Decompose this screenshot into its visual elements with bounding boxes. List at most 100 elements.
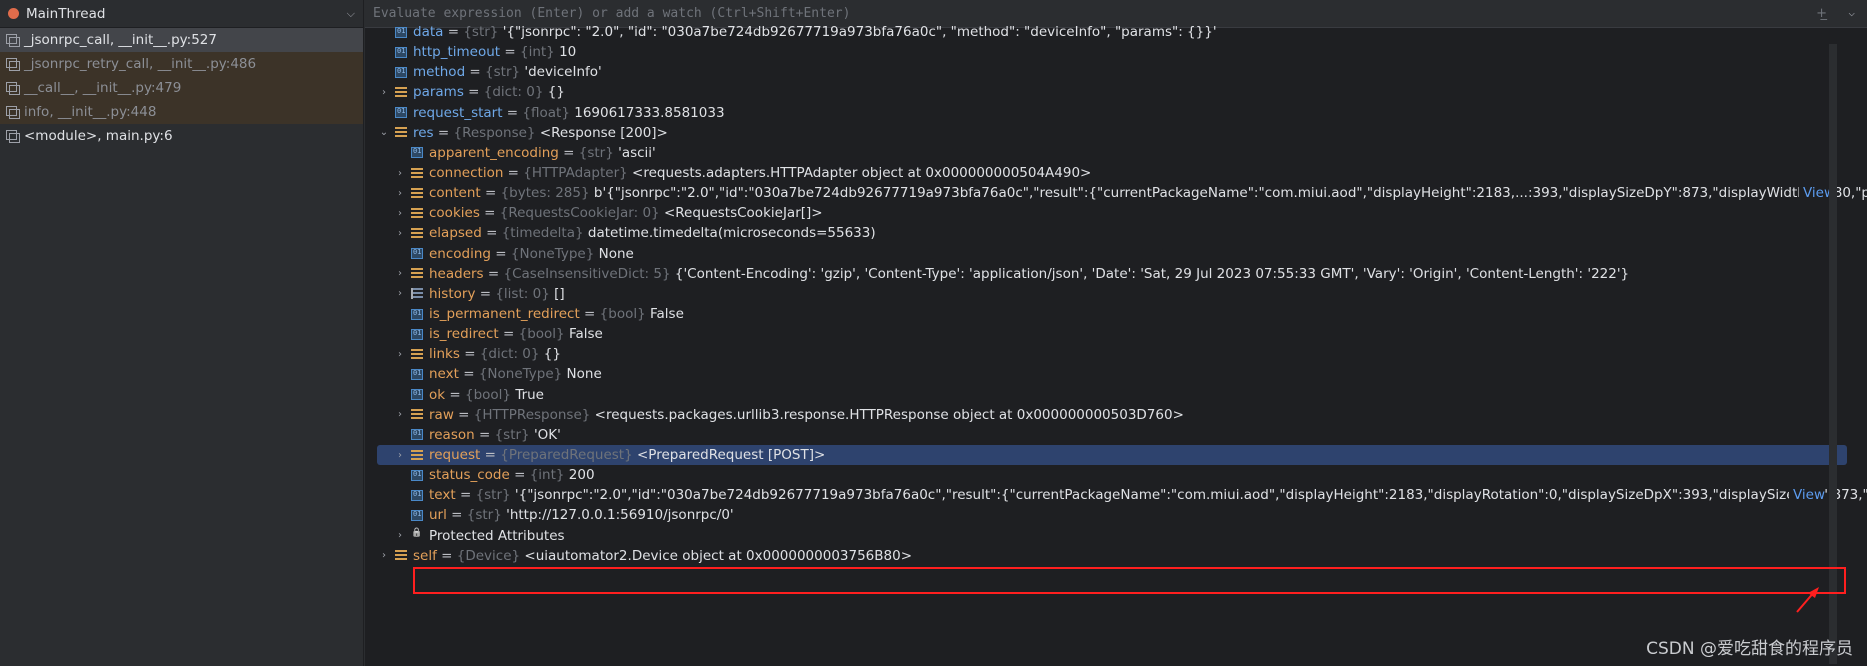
stack-frame-icon	[6, 34, 20, 47]
variable-row-is_permanent_redirect[interactable]: is_permanent_redirect = {bool} False	[377, 304, 1847, 324]
variable-type: {CaseInsensitiveDict: 5}	[503, 265, 671, 282]
variable-name: url	[429, 507, 447, 524]
variable-row-method[interactable]: method = {str} 'deviceInfo'	[377, 62, 1847, 82]
variable-value: <RequestsCookieJar[]>	[663, 205, 823, 222]
primitive-icon	[395, 26, 407, 38]
variable-name: status_code	[429, 467, 510, 484]
thread-status-icon	[8, 8, 19, 19]
view-link[interactable]: View	[1788, 487, 1825, 504]
variable-name: connection	[429, 165, 504, 182]
variable-value: 'http://127.0.0.1:56910/jsonrpc/0'	[506, 507, 734, 524]
primitive-icon	[411, 509, 423, 521]
stack-frame-icon	[6, 106, 20, 119]
primitive-icon	[411, 147, 423, 159]
object-icon	[395, 127, 407, 139]
variable-row-history[interactable]: › history = {list: 0} []	[377, 284, 1847, 304]
variable-row-request[interactable]: › request = {PreparedRequest} <PreparedRe…	[377, 444, 1847, 466]
variable-type: {dict: 0}	[479, 346, 540, 363]
variable-value: b'{"jsonrpc":"2.0","id":"030a7be724db926…	[593, 185, 1867, 202]
variable-type: {dict: 0}	[483, 84, 544, 101]
variable-row-cookies[interactable]: › cookies = {RequestsCookieJar: 0} <Reque…	[377, 203, 1847, 223]
frame-item[interactable]: <module>, main.py:6	[0, 124, 363, 148]
variable-row-is_redirect[interactable]: is_redirect = {bool} False	[377, 324, 1847, 344]
variable-row-url[interactable]: url = {str} 'http://127.0.0.1:56910/json…	[377, 505, 1847, 525]
variable-row-protected-attributes[interactable]: › Protected Attributes	[377, 526, 1847, 546]
variable-name: res	[413, 124, 434, 141]
variable-name: encoding	[429, 245, 491, 262]
variable-name: raw	[429, 406, 454, 423]
chevron-right-icon[interactable]: ›	[393, 530, 407, 541]
variable-row-ok[interactable]: ok = {bool} True	[377, 385, 1847, 405]
chevron-down-icon[interactable]: ⌵	[1848, 6, 1855, 19]
variable-value: <requests.packages.urllib3.response.HTTP…	[594, 406, 1184, 423]
chevron-right-icon[interactable]: ›	[393, 268, 407, 279]
variable-value: '{"jsonrpc":"2.0","id":"030a7be724db9267…	[514, 487, 1867, 504]
variable-value: []	[554, 285, 565, 302]
equals-sign: =	[458, 366, 479, 383]
variable-value: 200	[568, 467, 595, 484]
variable-row-connection[interactable]: › connection = {HTTPAdapter} <requests.ad…	[377, 163, 1847, 183]
chevron-down-icon[interactable]: ⌄	[377, 127, 391, 138]
variable-row-content[interactable]: › content = {bytes: 285} b'{"jsonrpc":"2.…	[377, 183, 1867, 203]
equals-sign: =	[436, 547, 457, 564]
variable-type: {NoneType}	[510, 245, 595, 262]
variable-type: {str}	[475, 487, 511, 504]
variable-row-apparent_encoding[interactable]: apparent_encoding = {str} 'ascii'	[377, 143, 1847, 163]
variable-row-links[interactable]: › links = {dict: 0} {}	[377, 344, 1847, 364]
variable-value: {}	[547, 84, 565, 101]
chevron-right-icon[interactable]: ›	[393, 288, 407, 299]
frames-panel: MainThread ⌵ _jsonrpc_call, __init__.py:…	[0, 0, 364, 666]
chevron-right-icon[interactable]: ›	[393, 409, 407, 420]
variable-name: self	[413, 547, 437, 564]
stack-frame-icon	[6, 58, 20, 71]
chevron-right-icon[interactable]: ›	[393, 188, 407, 199]
equals-sign: =	[474, 426, 495, 443]
variable-value: 'ascii'	[618, 144, 656, 161]
scrollbar[interactable]	[1829, 44, 1837, 664]
variable-value: 10	[559, 44, 577, 61]
variable-row-reason[interactable]: reason = {str} 'OK'	[377, 425, 1847, 445]
chevron-right-icon[interactable]: ›	[393, 349, 407, 360]
equals-sign: =	[475, 285, 496, 302]
chevron-down-icon[interactable]: ⌵	[347, 7, 355, 21]
variable-row-res[interactable]: ⌄ res = {Response} <Response [200]>	[377, 123, 1847, 143]
variable-row-headers[interactable]: › headers = {CaseInsensitiveDict: 5} {'Co…	[377, 264, 1847, 284]
chevron-right-icon[interactable]: ›	[393, 168, 407, 179]
variable-row-data[interactable]: data = {str} '{"jsonrpc": "2.0", "id": "…	[377, 22, 1847, 42]
variable-name: is_permanent_redirect	[429, 306, 580, 323]
variable-type: {timedelta}	[501, 225, 584, 242]
variable-row-encoding[interactable]: encoding = {NoneType} None	[377, 244, 1847, 264]
chevron-right-icon[interactable]: ›	[393, 228, 407, 239]
equals-sign: =	[443, 24, 464, 41]
frame-item[interactable]: __call__, __init__.py:479	[0, 76, 363, 100]
primitive-icon	[411, 469, 423, 481]
thread-selector[interactable]: MainThread ⌵	[0, 0, 363, 28]
variable-row-next[interactable]: next = {NoneType} None	[377, 364, 1847, 384]
variable-name: request_start	[413, 104, 503, 121]
chevron-right-icon[interactable]: ›	[377, 87, 391, 98]
chevron-right-icon[interactable]: ›	[377, 550, 391, 561]
chevron-right-icon[interactable]: ›	[393, 450, 407, 461]
variable-value: {'Content-Encoding': 'gzip', 'Content-Ty…	[674, 265, 1630, 282]
variable-row-params[interactable]: › params = {dict: 0} {}	[377, 82, 1847, 102]
variable-row-status_code[interactable]: status_code = {int} 200	[377, 465, 1847, 485]
equals-sign: =	[480, 185, 501, 202]
variable-row-self[interactable]: › self = {Device} <uiautomator2.Device ob…	[377, 546, 1847, 566]
add-watch-icon[interactable]: +̲	[1816, 6, 1827, 21]
lock-icon	[411, 530, 423, 541]
equals-sign: =	[455, 487, 476, 504]
object-icon	[411, 167, 423, 179]
variable-row-elapsed[interactable]: › elapsed = {timedelta} datetime.timedelt…	[377, 223, 1847, 243]
variable-name: reason	[429, 426, 475, 443]
frame-item[interactable]: _jsonrpc_call, __init__.py:527	[0, 28, 363, 52]
frame-item[interactable]: info, __init__.py:448	[0, 100, 363, 124]
variable-row-request_start[interactable]: request_start = {float} 1690617333.85810…	[377, 103, 1847, 123]
list-icon	[411, 288, 423, 300]
frame-item[interactable]: _jsonrpc_retry_call, __init__.py:486	[0, 52, 363, 76]
variable-row-http_timeout[interactable]: http_timeout = {int} 10	[377, 42, 1847, 62]
variable-row-text[interactable]: text = {str} '{"jsonrpc":"2.0","id":"030…	[377, 485, 1867, 505]
chevron-right-icon[interactable]: ›	[393, 208, 407, 219]
variable-value: None	[566, 366, 602, 383]
variable-row-raw[interactable]: › raw = {HTTPResponse} <requests.packages…	[377, 405, 1847, 425]
variable-type: {PreparedRequest}	[500, 447, 633, 464]
